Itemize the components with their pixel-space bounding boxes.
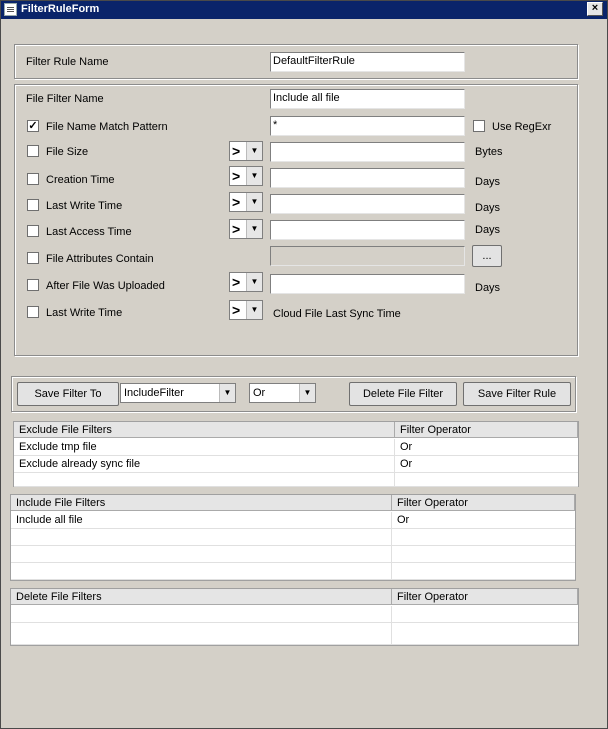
file-size-label: File Size	[46, 146, 89, 158]
grid-cell: Or	[397, 514, 410, 526]
table-row[interactable]	[11, 606, 578, 623]
cloud-last-sync-note: Cloud File Last Sync Time	[273, 308, 401, 320]
last-write-time-label: Last Write Time	[46, 200, 123, 212]
chevron-down-icon: ▼	[246, 301, 262, 319]
column-header[interactable]: Filter Operator	[392, 495, 575, 511]
column-header[interactable]: Exclude File Filters	[14, 422, 395, 438]
cloud-last-write-time-checkbox[interactable]	[27, 306, 39, 318]
chevron-down-icon: ▼	[246, 220, 262, 238]
cloud-last-write-time-operator-select[interactable]: > ▼	[229, 300, 263, 320]
file-filter-name-label: File Filter Name	[26, 93, 104, 105]
grid-cell	[11, 529, 392, 546]
grid-cell	[11, 606, 392, 623]
table-row[interactable]	[11, 623, 578, 645]
use-regexr-checkbox[interactable]	[473, 120, 485, 132]
table-row[interactable]	[14, 473, 578, 487]
chevron-down-icon: ▼	[246, 273, 262, 291]
grid-cell: Or	[400, 441, 413, 453]
after-uploaded-operator-select[interactable]: > ▼	[229, 272, 263, 292]
grid-cell: Exclude tmp file	[14, 439, 395, 456]
column-header[interactable]: Delete File Filters	[11, 589, 392, 605]
creation-time-operator-select[interactable]: > ▼	[229, 166, 263, 186]
delete-filters-grid[interactable]: Delete File Filters Filter Operator	[10, 588, 579, 646]
table-row[interactable]: Exclude already sync file Or	[14, 456, 578, 473]
column-header[interactable]: Filter Operator	[392, 589, 578, 605]
creation-time-label: Creation Time	[46, 174, 115, 186]
file-attributes-input	[270, 246, 465, 266]
grid-cell	[11, 563, 392, 580]
file-attributes-checkbox[interactable]	[27, 252, 39, 264]
file-size-checkbox[interactable]	[27, 145, 39, 157]
save-filter-to-button[interactable]: Save Filter To	[17, 382, 119, 406]
filter-rule-name-label: Filter Rule Name	[26, 56, 109, 68]
filter-rule-form-window: FilterRuleForm × Filter Rule Name Defaul…	[0, 0, 608, 729]
title-bar: FilterRuleForm ×	[1, 1, 607, 19]
grid-header: Delete File Filters Filter Operator	[11, 589, 578, 605]
table-row[interactable]: Include all file Or	[11, 512, 575, 529]
filter-operator-select[interactable]: Or ▼	[249, 383, 316, 403]
file-name-pattern-label: File Name Match Pattern	[46, 121, 168, 133]
grid-cell	[11, 546, 392, 563]
close-icon[interactable]: ×	[587, 2, 603, 16]
last-write-time-operator-select[interactable]: > ▼	[229, 192, 263, 212]
grid-cell: Exclude already sync file	[14, 456, 395, 473]
creation-time-input[interactable]	[270, 168, 465, 188]
chevron-down-icon: ▼	[219, 384, 235, 402]
after-uploaded-label: After File Was Uploaded	[46, 280, 165, 292]
table-row[interactable]: Exclude tmp file Or	[14, 439, 578, 456]
grid-header: Exclude File Filters Filter Operator	[14, 422, 578, 438]
column-header[interactable]: Include File Filters	[11, 495, 392, 511]
chevron-down-icon: ▼	[246, 167, 262, 185]
table-row[interactable]	[11, 563, 575, 580]
grid-cell: Or	[400, 458, 413, 470]
last-access-time-label: Last Access Time	[46, 226, 132, 238]
app-icon	[4, 3, 17, 16]
chevron-down-icon: ▼	[246, 142, 262, 160]
last-access-time-unit: Days	[475, 224, 501, 236]
last-access-time-checkbox[interactable]	[27, 225, 39, 237]
last-access-time-operator-select[interactable]: > ▼	[229, 219, 263, 239]
exclude-filters-grid[interactable]: Exclude File Filters Filter Operator Exc…	[13, 421, 579, 487]
after-uploaded-checkbox[interactable]	[27, 279, 39, 291]
creation-time-checkbox[interactable]	[27, 173, 39, 185]
file-name-pattern-checkbox[interactable]: ✓	[27, 120, 39, 132]
include-filters-grid[interactable]: Include File Filters Filter Operator Inc…	[10, 494, 576, 581]
file-size-input[interactable]	[270, 142, 465, 162]
delete-file-filter-button[interactable]: Delete File Filter	[349, 382, 457, 406]
filter-rule-name-input[interactable]: DefaultFilterRule	[270, 52, 465, 72]
window-title: FilterRuleForm	[21, 3, 100, 15]
after-uploaded-unit: Days	[475, 282, 501, 294]
file-filter-name-input[interactable]: Include all file	[270, 89, 465, 109]
last-write-time-checkbox[interactable]	[27, 199, 39, 211]
save-filter-rule-button[interactable]: Save Filter Rule	[463, 382, 571, 406]
use-regexr-label: Use RegExr	[492, 121, 552, 133]
table-row[interactable]	[11, 529, 575, 546]
file-size-operator-select[interactable]: > ▼	[229, 141, 263, 161]
creation-time-unit: Days	[475, 176, 501, 188]
last-access-time-input[interactable]	[270, 220, 465, 240]
grid-cell	[14, 473, 395, 487]
file-name-pattern-input[interactable]: *	[270, 116, 465, 136]
grid-header: Include File Filters Filter Operator	[11, 495, 575, 511]
chevron-down-icon: ▼	[299, 384, 315, 402]
after-uploaded-input[interactable]	[270, 274, 465, 294]
file-attributes-label: File Attributes Contain	[46, 253, 154, 265]
column-header[interactable]: Filter Operator	[395, 422, 578, 438]
table-row[interactable]	[11, 546, 575, 563]
filter-target-select[interactable]: IncludeFilter ▼	[120, 383, 236, 403]
last-write-time-input[interactable]	[270, 194, 465, 214]
last-write-time-unit: Days	[475, 202, 501, 214]
file-size-unit: Bytes	[475, 146, 503, 158]
file-attributes-browse-button[interactable]: ...	[472, 245, 502, 267]
chevron-down-icon: ▼	[246, 193, 262, 211]
cloud-last-write-time-label: Last Write Time	[46, 307, 123, 319]
grid-cell	[11, 623, 392, 645]
grid-cell: Include all file	[11, 512, 392, 529]
